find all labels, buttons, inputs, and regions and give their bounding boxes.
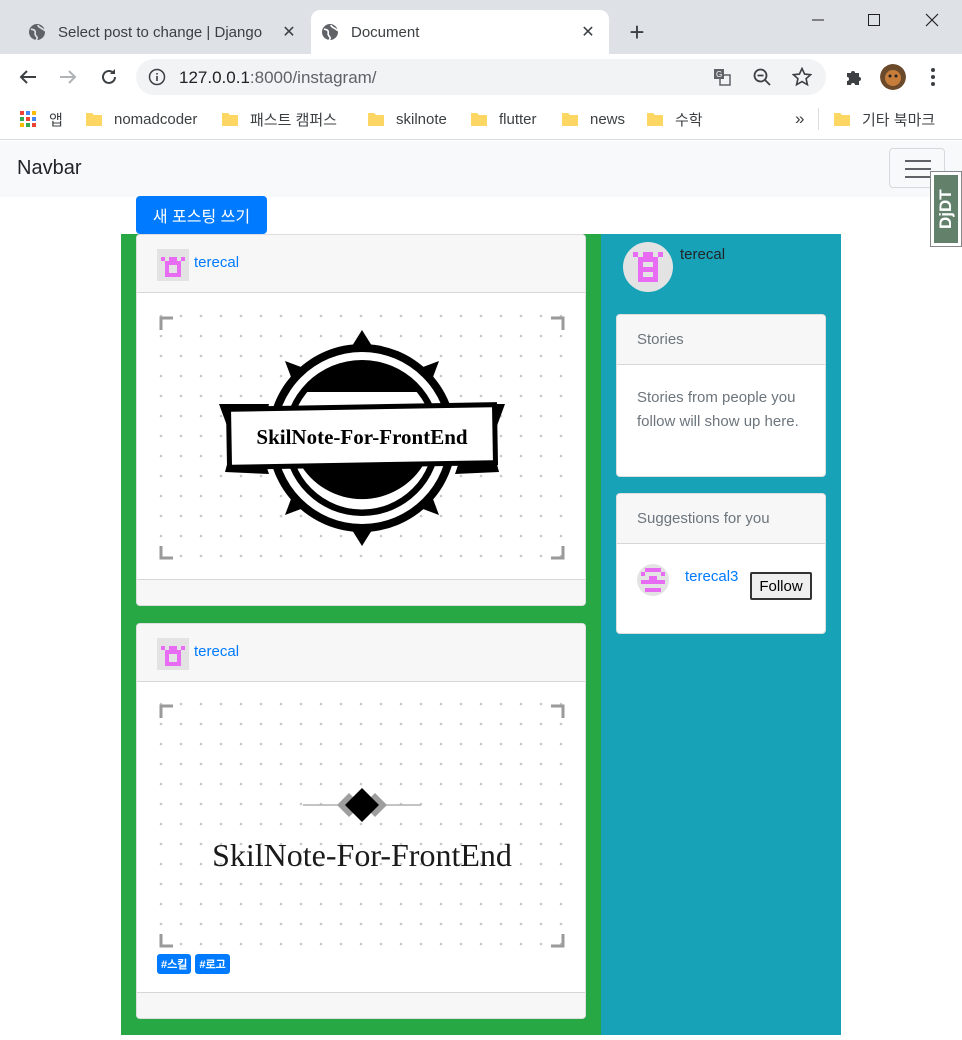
reload-button[interactable]	[96, 64, 122, 90]
globe-icon	[322, 24, 339, 41]
bookmark-folder[interactable]: 패스트 캠퍼스	[222, 107, 337, 131]
folder-icon	[647, 113, 663, 126]
tag-badge[interactable]: #로고	[195, 954, 230, 974]
close-icon[interactable]: ✕	[280, 23, 298, 41]
minimize-icon	[812, 19, 824, 21]
svg-text:G: G	[716, 70, 722, 79]
tab-document[interactable]: Document ✕	[311, 10, 609, 54]
follow-button[interactable]: Follow	[750, 572, 812, 600]
post-image-text: SkilNote-For-FrontEnd	[256, 425, 467, 449]
tab-title: Select post to change | Django	[58, 23, 263, 41]
bookmark-label: 패스트 캠퍼스	[250, 111, 337, 129]
close-icon	[925, 13, 939, 27]
stories-empty-text: Stories from people you follow will show…	[637, 389, 799, 430]
url-text: 127.0.0.1:8000/instagram/	[179, 68, 377, 88]
identicon-avatar	[157, 638, 189, 670]
arrow-left-icon	[19, 70, 36, 84]
navbar: Navbar	[0, 141, 962, 197]
bookmark-label: nomadcoder	[114, 110, 198, 128]
maximize-button[interactable]	[854, 6, 894, 34]
folder-icon	[471, 113, 487, 126]
kebab-menu-icon	[931, 68, 935, 86]
puzzle-icon	[847, 71, 861, 85]
profile-avatar[interactable]	[623, 242, 673, 292]
bookmark-separator	[818, 108, 819, 130]
back-button[interactable]	[15, 64, 41, 90]
suggestions-header: Suggestions for you	[617, 494, 825, 544]
suggestions-title: Suggestions for you	[637, 510, 770, 527]
django-debug-toolbar-handle[interactable]: DjDT	[930, 171, 962, 247]
menu-button[interactable]	[920, 64, 946, 90]
new-post-button[interactable]: 새 포스팅 쓰기	[136, 196, 267, 234]
profile-username: terecal	[680, 246, 726, 263]
post-image-wordmark-logo: SkilNote-For-FrontEnd	[157, 700, 567, 952]
apps-grid-icon	[20, 111, 36, 127]
minimize-button[interactable]	[798, 6, 838, 34]
post-header: terecal	[137, 235, 585, 293]
suggested-user-avatar[interactable]	[637, 564, 669, 596]
address-bar[interactable]: 127.0.0.1:8000/instagram/ G	[136, 59, 826, 95]
forward-button[interactable]	[55, 64, 81, 90]
bookmark-other[interactable]: 기타 북마크	[834, 107, 935, 131]
folder-icon	[834, 113, 850, 126]
bookmark-folder[interactable]: skilnote	[368, 107, 447, 131]
bookmarks-overflow-button[interactable]: »	[795, 107, 804, 131]
folder-icon	[86, 113, 102, 126]
tab-title: Document	[351, 23, 420, 41]
maximize-icon	[868, 14, 880, 26]
post-image-text: SkilNote-For-FrontEnd	[212, 837, 512, 873]
star-icon[interactable]	[792, 67, 812, 87]
post-header: terecal	[137, 624, 585, 682]
bookmark-label: 앱	[49, 111, 63, 129]
info-icon	[148, 68, 166, 86]
suggestions-card: Suggestions for you terecal3 Follow	[616, 493, 826, 634]
bookmark-folder[interactable]: news	[562, 107, 625, 131]
avatar-icon	[880, 64, 906, 90]
post-footer	[137, 579, 585, 605]
browser-toolbar: 127.0.0.1:8000/instagram/ G	[0, 54, 962, 100]
url-host: 127.0.0.1	[179, 68, 250, 87]
stories-card: Stories Stories from people you follow w…	[616, 314, 826, 477]
post-card: terecal SkilNote-For-FrontEnd	[136, 234, 586, 606]
tag-badge[interactable]: #스킬	[157, 954, 192, 974]
suggested-user-link[interactable]: terecal3	[685, 568, 738, 585]
close-icon[interactable]: ✕	[579, 23, 597, 41]
bookmark-label: skilnote	[396, 110, 447, 128]
close-window-button[interactable]	[912, 6, 952, 34]
post-image-emblem-logo: SkilNote-For-FrontEnd	[157, 312, 567, 564]
bookmark-label: 기타 북마크	[862, 111, 936, 129]
folder-icon	[368, 113, 384, 126]
folder-icon	[222, 113, 238, 126]
post-tags: #스킬 #로고	[157, 954, 230, 974]
post-author-link[interactable]: terecal	[194, 643, 239, 660]
reload-icon	[102, 69, 116, 84]
tab-django-admin[interactable]: Select post to change | Django ✕	[18, 10, 310, 54]
bookmark-label: 수학	[675, 111, 703, 129]
globe-icon	[29, 24, 46, 41]
extensions-button[interactable]	[841, 64, 867, 90]
folder-icon	[562, 113, 578, 126]
stories-header: Stories	[617, 315, 825, 365]
bookmark-label: news	[590, 110, 626, 128]
new-tab-button[interactable]: +	[624, 19, 650, 46]
url-path: :8000/instagram/	[249, 68, 377, 87]
zoom-icon[interactable]	[752, 67, 772, 87]
bookmark-folder[interactable]: flutter	[471, 107, 537, 131]
bookmark-label: flutter	[499, 110, 537, 128]
identicon-avatar	[157, 249, 189, 281]
ddt-label: DjDT	[934, 175, 958, 243]
post-card: terecal SkilNote-For-FrontEnd #스킬 #로고	[136, 623, 586, 1019]
translate-icon[interactable]: G	[712, 67, 732, 87]
navbar-brand[interactable]: Navbar	[17, 157, 81, 180]
hamburger-icon	[905, 160, 931, 162]
profile-avatar-button[interactable]	[880, 64, 906, 90]
post-author-link[interactable]: terecal	[194, 254, 239, 271]
bookmark-folder[interactable]: nomadcoder	[86, 107, 197, 131]
tab-strip: Select post to change | Django ✕ Documen…	[0, 0, 962, 54]
arrow-right-icon	[60, 70, 77, 84]
post-footer	[137, 992, 585, 1018]
bookmark-apps[interactable]: 앱	[20, 107, 63, 131]
bookmark-folder[interactable]: 수학	[647, 107, 703, 131]
stories-title: Stories	[637, 331, 684, 348]
